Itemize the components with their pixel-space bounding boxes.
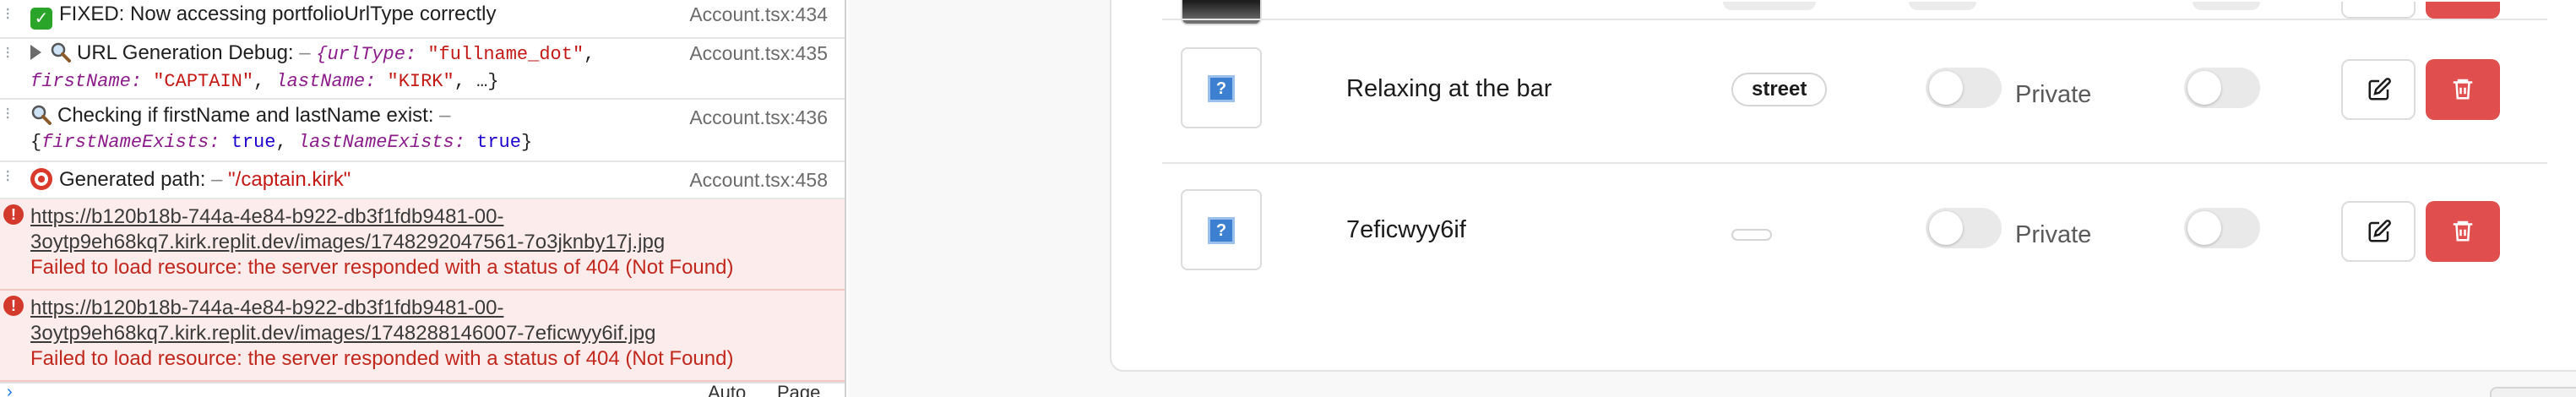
category-tag: street <box>1731 73 1828 106</box>
auto-option[interactable]: Auto <box>708 383 746 397</box>
check-icon: ✓ <box>30 8 52 30</box>
console-log-generated-path[interactable]: ⁝ Generated path: – "/captain.kirk" Acco… <box>0 162 845 199</box>
edit-icon <box>2368 78 2391 101</box>
page-option[interactable]: Page <box>777 383 820 397</box>
log-label: Checking if firstName and lastName exist… <box>57 104 434 127</box>
trash-icon <box>2453 79 2473 100</box>
log-message: FIXED: Now accessing portfolioUrlType co… <box>59 3 497 25</box>
edit-icon <box>2368 220 2391 242</box>
log-label: Generated path: <box>59 168 206 191</box>
broken-image-icon: ? <box>1208 75 1235 102</box>
edit-button[interactable] <box>2341 59 2416 120</box>
error-message: Failed to load resource: the server resp… <box>30 256 734 279</box>
visibility-toggle[interactable] <box>1926 208 2002 248</box>
feature-toggle[interactable] <box>2193 2 2260 10</box>
error-icon: ! <box>3 296 24 316</box>
delete-button[interactable] <box>2426 201 2500 262</box>
edit-button[interactable] <box>2341 2 2416 19</box>
pagination-button[interactable] <box>2490 387 2576 397</box>
log-gutter-icon: ⁝ <box>5 44 11 63</box>
portfolio-card: ? Relaxing at the bar street Private ? 7… <box>1110 0 2576 372</box>
visibility-toggle[interactable] <box>1926 68 2002 108</box>
error-url-link[interactable]: 3oytp9eh68kq7.kirk.replit.dev/images/174… <box>30 321 733 346</box>
feature-toggle[interactable] <box>2184 68 2260 108</box>
disclosure-triangle-icon[interactable] <box>30 45 41 60</box>
category-tag <box>1731 229 1772 241</box>
feature-toggle[interactable] <box>2184 208 2260 248</box>
image-thumbnail[interactable]: ? <box>1181 47 1262 128</box>
magnifier-icon <box>51 42 71 63</box>
log-source-link[interactable]: Account.tsx:458 <box>689 167 828 193</box>
portfolio-manager: ? Relaxing at the bar street Private ? 7… <box>848 0 2576 397</box>
edit-button[interactable] <box>2341 201 2416 262</box>
image-title: Relaxing at the bar <box>1346 75 1552 102</box>
broken-image-icon: ? <box>1208 217 1235 244</box>
console-input-bar[interactable]: › Auto Page <box>0 382 845 397</box>
error-url-link[interactable]: https://b120b18b-744a-4e84-b922-db3f1fdb… <box>30 204 733 230</box>
console-error-1[interactable]: ! https://b120b18b-744a-4e84-b922-db3f1f… <box>0 199 845 291</box>
log-gutter-icon: ⁝ <box>5 167 11 186</box>
devtools-console: ⁝ ✓ FIXED: Now accessing portfolioUrlType… <box>0 0 846 397</box>
delete-button[interactable] <box>2426 2 2500 19</box>
visibility-toggle[interactable] <box>1909 2 1976 10</box>
log-source-link[interactable]: Account.tsx:435 <box>689 41 828 66</box>
row-divider <box>1162 19 2547 20</box>
delete-button[interactable] <box>2426 59 2500 120</box>
row-divider <box>1162 162 2547 164</box>
trash-icon <box>2453 220 2473 242</box>
log-source-link[interactable]: Account.tsx:436 <box>689 105 828 130</box>
log-source-link[interactable]: Account.tsx:434 <box>689 2 828 27</box>
console-log-name-check[interactable]: ⁝ Checking if firstName and lastName exi… <box>0 100 845 162</box>
log-gutter-icon: ⁝ <box>5 105 11 123</box>
console-log-fixed[interactable]: ⁝ ✓ FIXED: Now accessing portfolioUrlType… <box>0 0 845 39</box>
visibility-label: Private <box>2015 81 2092 108</box>
image-thumbnail[interactable]: ? <box>1181 189 1262 270</box>
visibility-label: Private <box>2015 221 2092 248</box>
target-icon <box>30 168 52 190</box>
console-error-2[interactable]: ! https://b120b18b-744a-4e84-b922-db3f1f… <box>0 291 845 382</box>
prompt-caret-icon: › <box>7 383 13 397</box>
log-gutter-icon: ⁝ <box>5 5 11 24</box>
console-log-url-debug[interactable]: ⁝ URL Generation Debug: – {urlType: "ful… <box>0 39 845 100</box>
error-url-link[interactable]: https://b120b18b-744a-4e84-b922-db3f1fdb… <box>30 296 733 321</box>
log-label: URL Generation Debug: <box>77 41 294 64</box>
tag-pill <box>1723 2 1816 10</box>
image-title: 7eficwyy6if <box>1346 216 1466 243</box>
image-thumbnail[interactable] <box>1181 0 1262 25</box>
error-url-link[interactable]: 3oytp9eh68kq7.kirk.replit.dev/images/174… <box>30 230 733 255</box>
error-icon: ! <box>3 204 24 225</box>
magnifier-icon <box>31 105 52 125</box>
error-message: Failed to load resource: the server resp… <box>30 347 734 370</box>
